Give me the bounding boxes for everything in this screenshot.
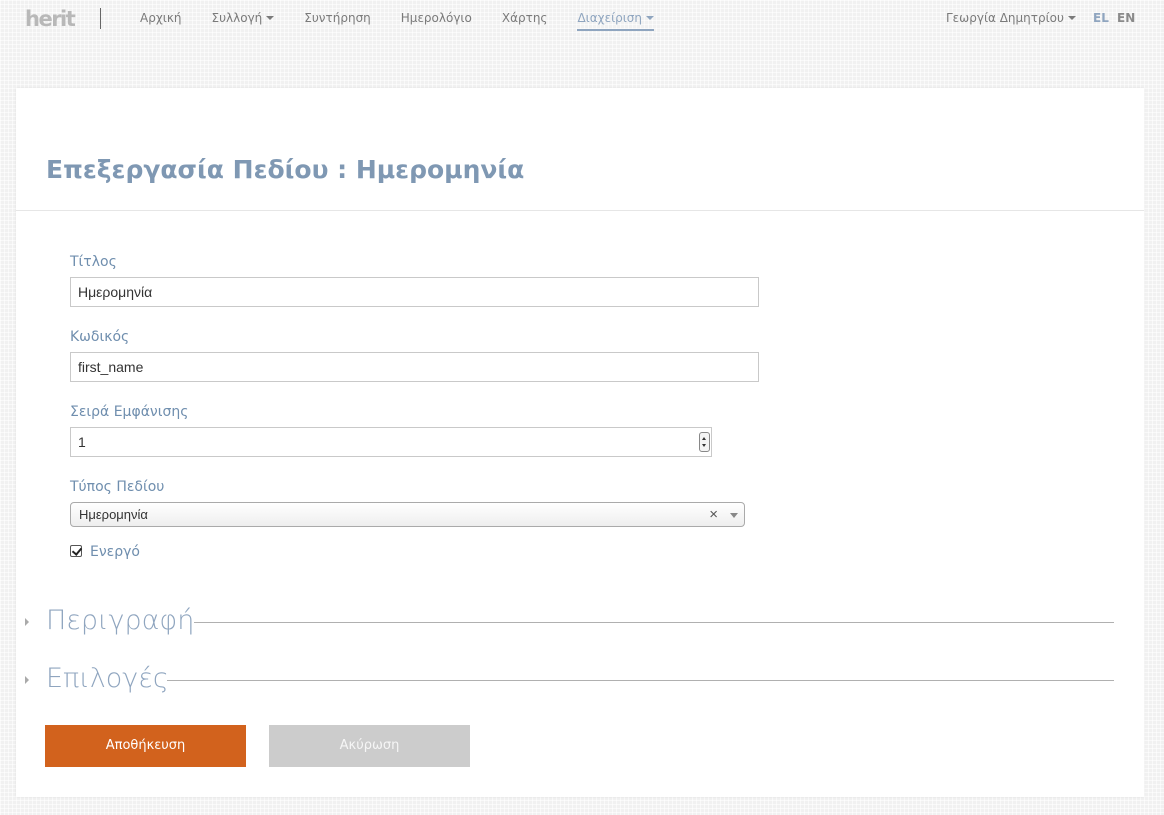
code-label: Κωδικός (70, 329, 130, 345)
clear-selection-icon[interactable]: × (709, 503, 718, 526)
section-divider (167, 680, 1114, 681)
user-menu[interactable]: Γεωργία Δημητρίου (946, 11, 1076, 26)
herit-logo[interactable]: herit (25, 6, 76, 32)
panel-header: Επεξεργασία Πεδίου : Ημερομηνία (16, 88, 1144, 211)
display-order-label: Σειρά Εμφάνισης (70, 404, 189, 420)
page-title: Επεξεργασία Πεδίου : Ημερομηνία (46, 155, 525, 184)
section-description-title[interactable]: Περιγραφή (46, 604, 194, 638)
nav-item-administration[interactable]: Διαχείριση (577, 11, 655, 31)
language-en-link[interactable]: EN (1117, 11, 1135, 26)
nav-item-label: Διαχείριση (577, 11, 643, 25)
user-name: Γεωργία Δημητρίου (946, 11, 1064, 25)
cancel-button[interactable]: Ακύρωση (269, 725, 470, 767)
active-checkbox[interactable] (70, 545, 82, 557)
field-type-label: Τύπος Πεδίου (70, 479, 165, 495)
display-order-value: 1 (78, 434, 86, 450)
nav-item-map[interactable]: Χάρτης (502, 11, 548, 26)
nav-item-collection[interactable]: Συλλογή (212, 11, 275, 26)
dropdown-arrow-icon[interactable] (730, 513, 738, 518)
nav-item-label: Χάρτης (501, 11, 548, 25)
field-type-select[interactable]: Ημερομηνία × (70, 502, 745, 527)
section-options-title[interactable]: Επιλογές (46, 662, 169, 696)
edit-field-panel: Επεξεργασία Πεδίου : Ημερομηνία Τίτλος Η… (16, 88, 1144, 797)
section-divider (194, 622, 1114, 623)
nav-item-label: Συντήρηση (304, 11, 371, 25)
top-navbar: herit Αρχική Συλλογή Συντήρηση Ημερολόγι… (0, 0, 1164, 38)
language-el-link[interactable]: EL (1093, 11, 1109, 26)
nav-item-label: Ημερολόγιο (400, 11, 472, 25)
nav-item-conservation[interactable]: Συντήρηση (304, 11, 371, 26)
expand-description-icon[interactable] (25, 618, 29, 626)
active-checkbox-label[interactable]: Ενεργό (90, 543, 140, 561)
caret-down-icon (1067, 15, 1076, 20)
expand-options-icon[interactable] (25, 676, 29, 684)
nav-item-home[interactable]: Αρχική (140, 11, 182, 26)
code-input[interactable]: first_name (70, 352, 759, 382)
nav-item-label: Αρχική (140, 11, 182, 25)
nav-item-calendar[interactable]: Ημερολόγιο (401, 11, 472, 26)
logo-separator (100, 8, 101, 29)
main-nav: Αρχική Συλλογή Συντήρηση Ημερολόγιο Χάρτ… (140, 11, 684, 31)
caret-down-icon (646, 15, 655, 20)
display-order-input[interactable]: 1 (70, 427, 712, 457)
title-input[interactable]: Ημερομηνία (70, 277, 759, 307)
nav-item-label: Συλλογή (211, 11, 263, 25)
field-type-selected-value: Ημερομηνία (79, 507, 148, 522)
caret-down-icon (266, 15, 275, 20)
number-spinner[interactable] (699, 432, 710, 452)
save-button[interactable]: Αποθήκευση (45, 725, 246, 767)
title-label: Τίτλος (70, 254, 117, 270)
